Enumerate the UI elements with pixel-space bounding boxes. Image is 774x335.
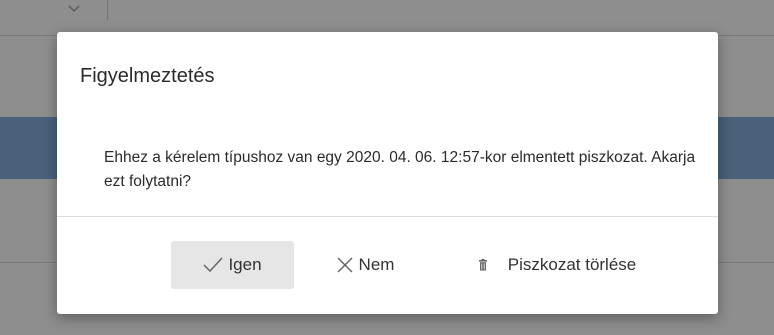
dialog-divider [57,216,718,217]
dialog-title: Figyelmeztetés [80,65,215,87]
warning-dialog: Figyelmeztetés Ehhez a kérelem típushoz … [57,32,718,314]
check-icon [203,257,224,273]
delete-draft-button-label: Piszkozat törlése [507,255,637,274]
no-button-label: Nem [358,255,395,274]
yes-button-label: Igen [228,255,262,274]
close-icon [336,256,354,274]
delete-draft-button[interactable]: Piszkozat törlése [439,241,675,289]
dialog-message: Ehhez a kérelem típushoz van egy 2020. 0… [104,149,696,190]
yes-button[interactable]: Igen [171,241,294,289]
trash-icon [478,259,488,271]
no-button[interactable]: Nem [320,241,410,289]
